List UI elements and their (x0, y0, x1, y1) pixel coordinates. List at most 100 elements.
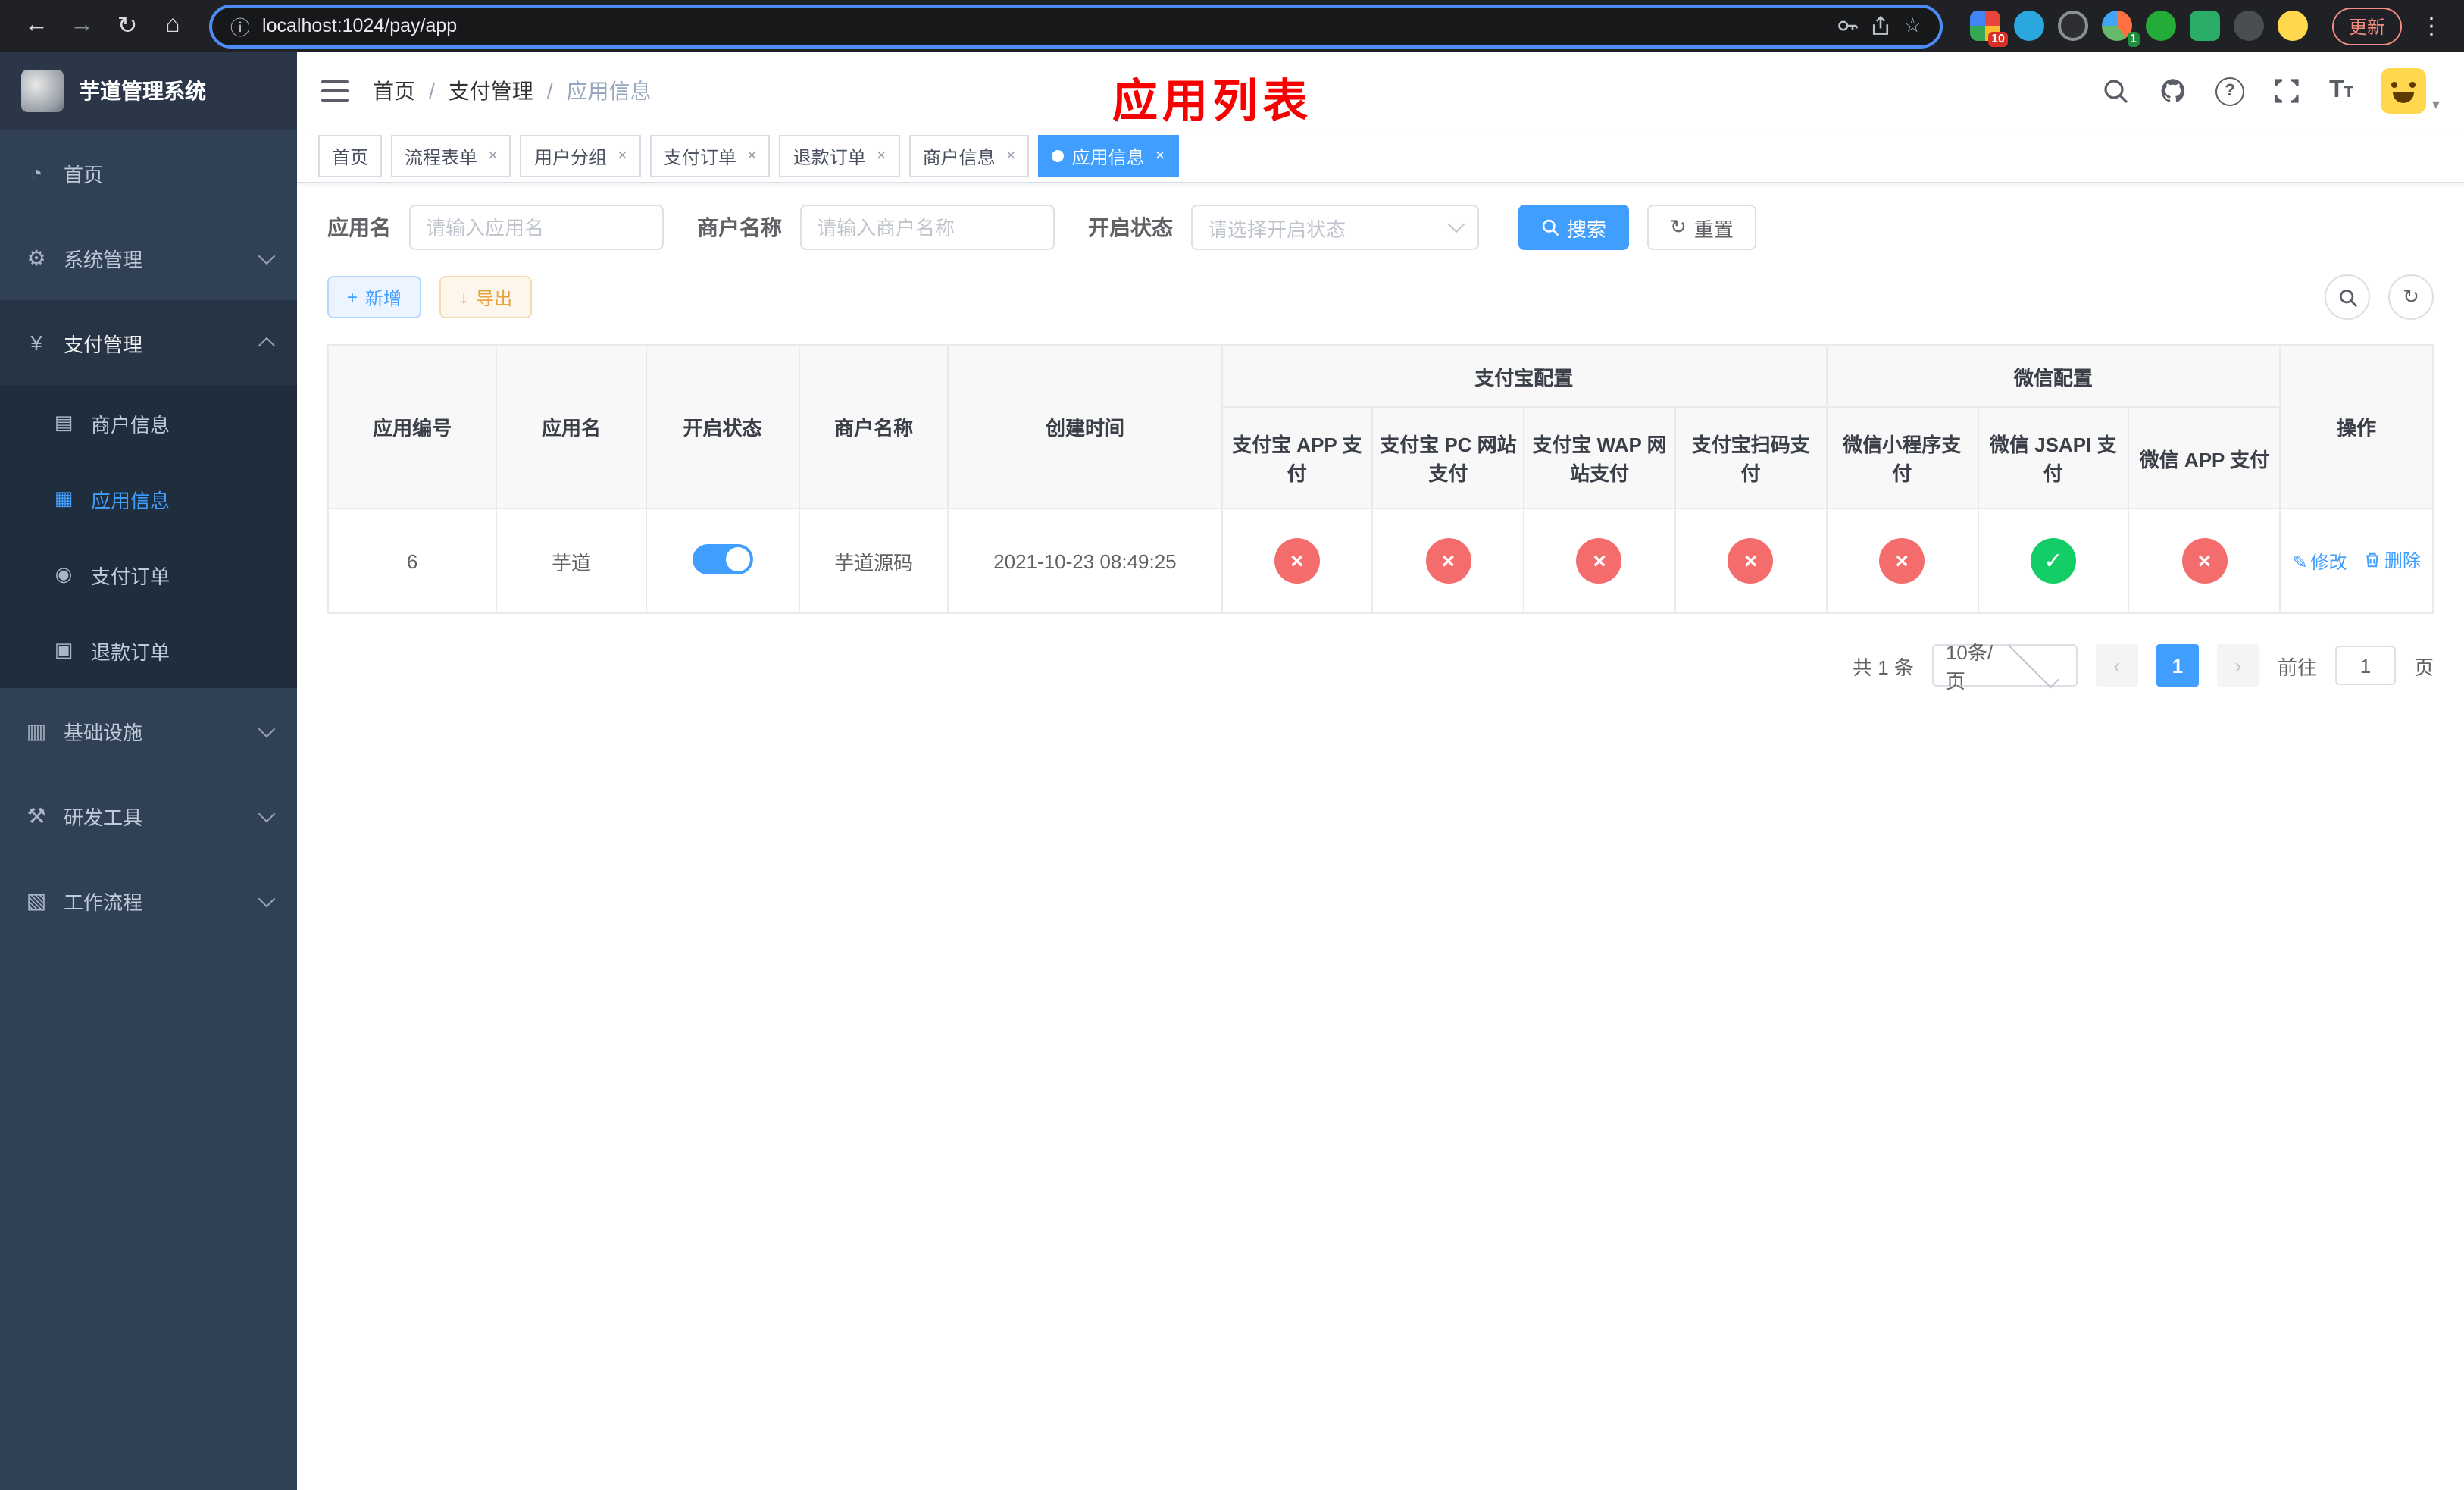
font-size-icon[interactable]: TT (2329, 77, 2353, 105)
page-content: 应用名 商户名称 开启状态 请选择开启状态 搜索 (297, 183, 2464, 1490)
fullscreen-icon[interactable] (2272, 76, 2302, 106)
close-icon[interactable]: × (1155, 147, 1165, 165)
export-button[interactable]: ↓ 导出 (439, 276, 533, 318)
col-wx-app: 微信 APP 支付 (2128, 406, 2281, 509)
merchant-name-input[interactable] (800, 205, 1055, 250)
alipay-qr-status-icon: × (1728, 538, 1774, 584)
close-icon[interactable]: × (488, 147, 498, 165)
next-page-button[interactable]: › (2216, 644, 2259, 687)
user-avatar-menu[interactable]: ▾ (2380, 68, 2440, 114)
refresh-table-icon[interactable]: ↻ (2388, 274, 2434, 320)
col-status: 开启状态 (645, 344, 800, 509)
table-toolbar: + 新增 ↓ 导出 ↻ (327, 274, 2434, 320)
chrome-update-button[interactable]: 更新 (2331, 7, 2402, 45)
url-text[interactable]: localhost:1024/pay/app (262, 15, 1825, 36)
app-name-input[interactable] (409, 205, 664, 250)
search-icon[interactable] (2100, 76, 2131, 106)
sidebar-item-workflow[interactable]: ▧ 工作流程 (0, 858, 297, 943)
bookmark-star-icon[interactable]: ☆ (1904, 14, 1921, 38)
sidebar-item-label: 系统管理 (64, 248, 143, 271)
cell-created: 2021-10-23 08:49:25 (947, 508, 1223, 614)
wx-jsapi-status-icon: ✓ (2030, 538, 2076, 584)
browser-forward-icon[interactable]: → (61, 5, 103, 47)
extension-icon[interactable] (2145, 11, 2176, 41)
tab-app-info[interactable]: 应用信息 × (1038, 135, 1179, 177)
github-icon[interactable] (2158, 76, 2188, 106)
edit-label: 修改 (2310, 552, 2347, 574)
site-info-icon[interactable]: ⓘ (230, 11, 250, 40)
page-size-value: 10条/页 (1945, 641, 1993, 693)
sidebar-item-merchant-info[interactable]: ▤ 商户信息 (0, 385, 297, 461)
browser-back-icon[interactable]: ← (15, 5, 58, 47)
extension-badge: 10 (1988, 32, 2008, 47)
search-form: 应用名 商户名称 开启状态 请选择开启状态 搜索 (327, 205, 2434, 250)
cell-merchant: 芋道源码 (798, 508, 949, 614)
close-icon[interactable]: × (877, 147, 886, 165)
edit-pencil-icon: ✎ (2292, 551, 2308, 573)
sidebar-item-infrastructure[interactable]: ▥ 基础设施 (0, 688, 297, 773)
edit-link[interactable]: ✎ 修改 (2292, 549, 2347, 575)
sidebar-item-dev-tools[interactable]: ⚒ 研发工具 (0, 773, 297, 858)
extension-icon[interactable] (2057, 11, 2088, 41)
status-select[interactable]: 请选择开启状态 (1191, 205, 1479, 250)
sidebar-item-payment[interactable]: ¥ 支付管理 (0, 300, 297, 385)
password-key-icon[interactable] (1837, 15, 1859, 36)
sidebar-item-refund-order[interactable]: ▣ 退款订单 (0, 612, 297, 688)
status-toggle[interactable] (692, 543, 753, 574)
breadcrumb-payment[interactable]: 支付管理 (449, 76, 533, 106)
sidebar-item-app-info[interactable]: ▦ 应用信息 (0, 461, 297, 537)
download-icon: ↓ (459, 286, 469, 308)
page-number-1[interactable]: 1 (2156, 644, 2199, 687)
extension-icon[interactable] (2233, 11, 2264, 41)
tab-merchant-info[interactable]: 商户信息 × (908, 135, 1030, 177)
browser-toolbar: ← → ↻ ⌂ ⓘ localhost:1024/pay/app ☆ 10 1 … (0, 0, 2464, 52)
extension-icon[interactable] (2013, 11, 2044, 41)
search-button[interactable]: 搜索 (1518, 205, 1630, 250)
chevron-down-icon (258, 246, 276, 265)
tab-label: 商户信息 (922, 146, 996, 167)
sidebar-item-system[interactable]: ⚙ 系统管理 (0, 215, 297, 300)
gear-icon: ⚙ (27, 245, 46, 269)
help-icon[interactable]: ? (2215, 77, 2245, 105)
sidebar-item-home[interactable]: ◔ 首页 (0, 130, 297, 215)
navbar-actions: ? TT ▾ (2100, 68, 2440, 114)
col-alipay-pc: 支付宝 PC 网站支付 (1371, 406, 1525, 509)
infra-icon: ▥ (26, 718, 47, 742)
extension-icon[interactable]: 10 (1969, 11, 2008, 47)
add-button[interactable]: + 新增 (327, 276, 422, 318)
top-navbar: 首页 / 支付管理 / 应用信息 应用列表 ? TT ▾ (297, 52, 2464, 130)
tab-process-form[interactable]: 流程表单 × (391, 135, 511, 177)
address-bar[interactable]: ⓘ localhost:1024/pay/app ☆ (209, 4, 1943, 48)
close-icon[interactable]: × (618, 147, 627, 165)
sidebar-item-label: 研发工具 (64, 806, 143, 828)
extension-icon[interactable]: 1 (2101, 11, 2140, 47)
app-logo-avatar (21, 70, 64, 112)
reset-button[interactable]: ↻ 重置 (1647, 205, 1756, 250)
col-alipay-app: 支付宝 APP 支付 (1221, 406, 1374, 509)
close-icon[interactable]: × (1006, 147, 1016, 165)
merchant-name-label: 商户名称 (697, 215, 782, 239)
toggle-search-icon[interactable] (2325, 274, 2370, 320)
sidebar-collapse-icon[interactable] (321, 80, 349, 102)
breadcrumb-home[interactable]: 首页 (373, 76, 415, 106)
browser-home-icon[interactable]: ⌂ (152, 5, 194, 47)
sidebar-item-pay-order[interactable]: ◉ 支付订单 (0, 537, 297, 612)
tab-user-group[interactable]: 用户分组 × (520, 135, 641, 177)
browser-menu-icon[interactable]: ⋮ (2414, 12, 2449, 39)
page-size-select[interactable]: 10条/页 (1931, 637, 2078, 693)
close-icon[interactable]: × (747, 147, 757, 165)
breadcrumb-separator: / (546, 79, 553, 103)
prev-page-button[interactable]: ‹ (2095, 644, 2138, 687)
app-logo-row[interactable]: 芋道管理系统 (0, 52, 297, 130)
share-icon[interactable] (1871, 15, 1892, 36)
browser-reload-icon[interactable]: ↻ (106, 5, 149, 47)
emoji-extension-icon[interactable] (2277, 11, 2308, 41)
goto-page-input[interactable] (2334, 646, 2396, 685)
tab-home[interactable]: 首页 (318, 135, 383, 177)
tab-pay-order[interactable]: 支付订单 × (649, 135, 771, 177)
plus-icon: + (347, 286, 358, 308)
tab-refund-order[interactable]: 退款订单 × (779, 135, 900, 177)
delete-link[interactable]: 删除 (2365, 547, 2421, 573)
breadcrumb: 首页 / 支付管理 / 应用信息 (373, 76, 652, 106)
wechat-extension-icon[interactable] (2189, 11, 2220, 41)
